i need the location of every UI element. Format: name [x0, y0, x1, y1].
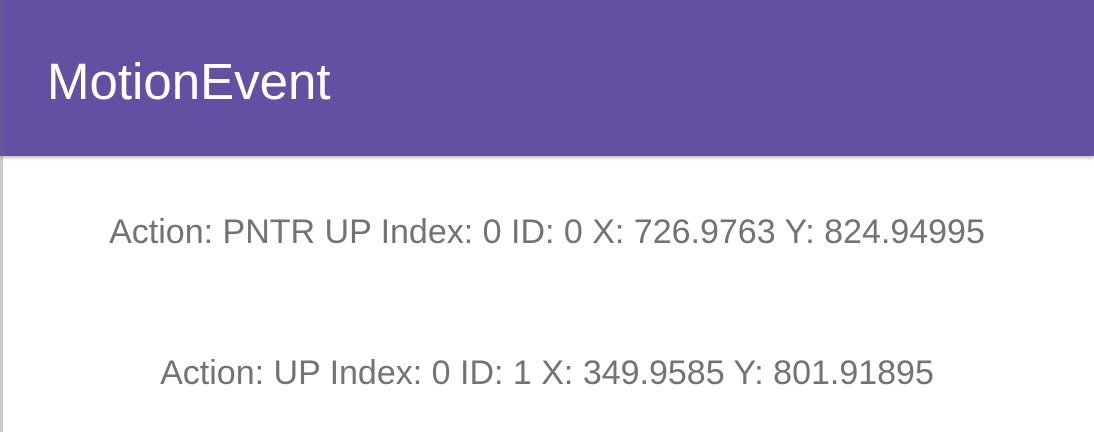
event-line-up: Action: UP Index: 0 ID: 1 X: 349.9585 Y:…: [160, 354, 934, 392]
event-line-pointer-up: Action: PNTR UP Index: 0 ID: 0 X: 726.97…: [109, 213, 985, 251]
app-bar: MotionEvent: [0, 0, 1094, 156]
window-edge: [0, 0, 3, 432]
app-title: MotionEvent: [47, 53, 331, 110]
event-log: Action: PNTR UP Index: 0 ID: 0 X: 726.97…: [0, 156, 1094, 432]
